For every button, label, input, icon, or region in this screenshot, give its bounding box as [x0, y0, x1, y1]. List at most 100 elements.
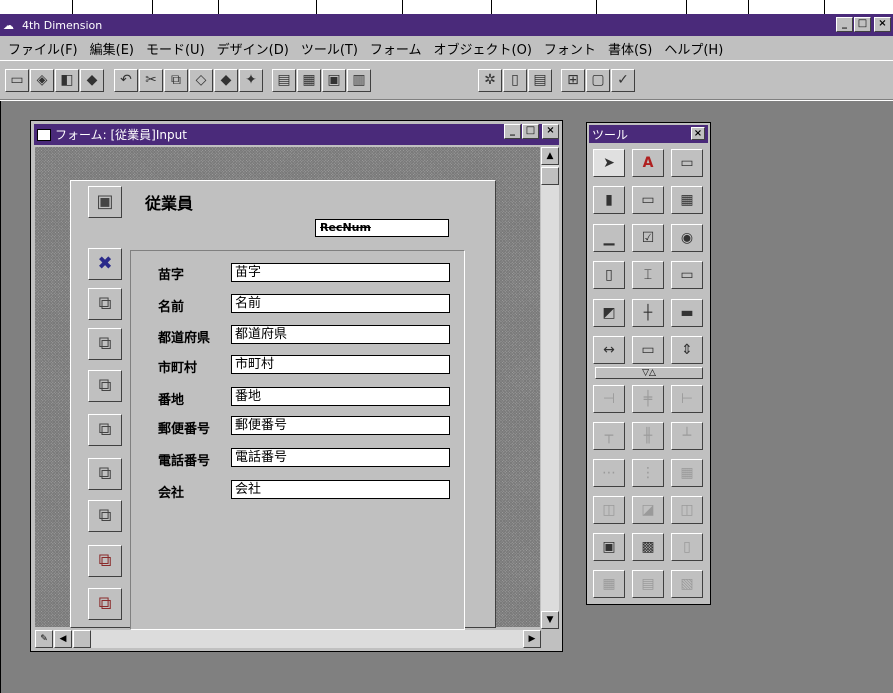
field-company[interactable]: 会社 [231, 480, 450, 499]
scroll-left-icon[interactable]: ◀ [54, 630, 72, 648]
menu-style[interactable]: 書体(S) [602, 39, 658, 58]
group-icon[interactable]: ◫ [671, 496, 703, 524]
list-tool-icon[interactable]: ▦ [671, 186, 703, 214]
tools-title-bar[interactable]: ツール × [589, 125, 708, 143]
line-tool-icon[interactable]: ▬ [671, 299, 703, 327]
align-right-icon[interactable]: ⊢ [671, 385, 703, 413]
pattern-tool-icon[interactable]: ▩ [632, 533, 664, 561]
save-icon[interactable]: ◈ [30, 69, 54, 92]
menu-edit[interactable]: 編集(E) [84, 39, 140, 58]
next-record-icon[interactable]: ⧉ [88, 370, 122, 402]
lock-icon[interactable]: ▢ [586, 69, 610, 92]
align-center-icon[interactable]: ╪ [632, 385, 664, 413]
scroll-down-icon[interactable]: ▼ [541, 611, 559, 629]
previous-record-icon[interactable]: ⧉ [88, 328, 122, 360]
form-icon-large[interactable]: ▣ [88, 186, 122, 218]
scroll-right-icon[interactable]: ▶ [523, 630, 541, 648]
align-bottom-icon[interactable]: ┴ [671, 422, 703, 450]
list-icon[interactable]: ▯ [503, 69, 527, 92]
menu-font[interactable]: フォント [538, 39, 602, 58]
arrange-icon-1[interactable]: ▦ [593, 570, 625, 598]
menu-form[interactable]: フォーム [364, 39, 428, 58]
trash-icon[interactable]: ▯ [671, 533, 703, 561]
form-maximize-button[interactable]: □ [522, 124, 539, 139]
align-middle-icon[interactable]: ╫ [632, 422, 664, 450]
distribute-h-icon[interactable]: ⋯ [593, 459, 625, 487]
arrow-line-tool-icon[interactable]: ↔ [593, 336, 625, 364]
menu-mode[interactable]: モード(U) [140, 39, 211, 58]
menu-help[interactable]: ヘルプ(H) [658, 39, 729, 58]
pencil-icon[interactable]: ✎ [35, 630, 53, 648]
menu-object[interactable]: オブジェクト(O) [428, 39, 538, 58]
recnum-field[interactable]: RecNum [315, 219, 449, 237]
undo-icon[interactable]: ↶ [114, 69, 138, 92]
field-tool-icon[interactable]: ▭ [671, 149, 703, 177]
radio-tool-icon[interactable]: ◉ [671, 224, 703, 252]
combo-tool-icon[interactable]: ⌶ [632, 261, 664, 289]
copy-icon[interactable]: ⧉ [164, 69, 188, 92]
form-icon-3[interactable]: ▣ [322, 69, 346, 92]
rect-tool-icon[interactable]: ▭ [632, 336, 664, 364]
save-record-icon[interactable]: ⧉ [88, 458, 122, 490]
distribute-v-icon[interactable]: ⋮ [632, 459, 664, 487]
print-icon[interactable]: ◆ [80, 69, 104, 92]
front-icon[interactable]: ◫ [593, 496, 625, 524]
form-icon-4[interactable]: ▥ [347, 69, 371, 92]
form-window-title-bar[interactable]: フォーム: [従業員]Input [34, 124, 559, 145]
preview-icon[interactable]: ◧ [55, 69, 79, 92]
input-tool-icon[interactable]: ▁ [593, 224, 625, 252]
page-icon[interactable]: ▤ [528, 69, 552, 92]
form-close-button[interactable]: × [542, 124, 559, 139]
arrow-tool-icon[interactable]: ➤ [593, 149, 625, 177]
checkbox-tool-icon[interactable]: ☑ [632, 224, 664, 252]
button-tool-icon[interactable]: ▭ [632, 186, 664, 214]
picture-tool-icon[interactable]: ◩ [593, 299, 625, 327]
form-icon-1[interactable]: ▤ [272, 69, 296, 92]
first-record-icon[interactable]: ⧉ [88, 288, 122, 320]
align-top-icon[interactable]: ┬ [593, 422, 625, 450]
form-icon-2[interactable]: ▦ [297, 69, 321, 92]
color-tool-icon[interactable]: ▣ [593, 533, 625, 561]
field-postal-code[interactable]: 郵便番号 [231, 416, 450, 435]
close-button[interactable]: × [874, 17, 891, 32]
variable-tool-icon[interactable]: ▮ [593, 186, 625, 214]
minimize-button[interactable]: _ [836, 17, 853, 32]
scroll-tool-icon[interactable]: ▯ [593, 261, 625, 289]
field-prefecture[interactable]: 都道府県 [231, 325, 450, 344]
arrange-icon-2[interactable]: ▤ [632, 570, 664, 598]
field-firstname[interactable]: 名前 [231, 294, 450, 313]
field-city[interactable]: 市町村 [231, 355, 450, 374]
scroll-thumb[interactable] [541, 167, 559, 185]
tab-tool-icon[interactable]: ▭ [671, 261, 703, 289]
align-left-icon[interactable]: ⊣ [593, 385, 625, 413]
scroll-up-icon[interactable]: ▲ [541, 147, 559, 165]
field-address[interactable]: 番地 [231, 387, 450, 406]
vertical-scrollbar[interactable]: ▲ ▼ [541, 147, 559, 629]
tools-close-button[interactable]: × [691, 127, 705, 140]
wand-icon[interactable]: ✦ [239, 69, 263, 92]
field-lastname[interactable]: 苗字 [231, 263, 450, 282]
field-phone[interactable]: 電話番号 [231, 448, 450, 467]
menu-tools[interactable]: ツール(T) [295, 39, 364, 58]
grid-tool-icon[interactable]: ┼ [632, 299, 664, 327]
cancel-record-icon[interactable]: ⧉ [88, 500, 122, 532]
distribute-grid-icon[interactable]: ▦ [671, 459, 703, 487]
hscroll-thumb[interactable] [73, 630, 91, 648]
arrange-icon-3[interactable]: ▧ [671, 570, 703, 598]
back-icon[interactable]: ◪ [632, 496, 664, 524]
split-tool-icon[interactable]: ⇕ [671, 336, 703, 364]
exit-icon-2[interactable]: ⧉ [88, 588, 122, 620]
gear-icon[interactable]: ✲ [478, 69, 502, 92]
paste-icon[interactable]: ◇ [189, 69, 213, 92]
text-tool-icon[interactable]: A [632, 149, 664, 177]
exit-icon[interactable]: ⧉ [88, 545, 122, 577]
open-icon[interactable]: ▭ [5, 69, 29, 92]
cut-icon[interactable]: ✂ [139, 69, 163, 92]
menu-file[interactable]: ファイル(F) [2, 39, 84, 58]
horizontal-scrollbar[interactable]: ✎ ◀ ▶ [35, 630, 541, 648]
structure-icon[interactable]: ⊞ [561, 69, 585, 92]
delete-icon[interactable]: ✖ [88, 248, 122, 280]
last-record-icon[interactable]: ⧉ [88, 414, 122, 446]
form-minimize-button[interactable]: _ [504, 124, 521, 139]
maximize-button[interactable]: □ [854, 17, 871, 32]
